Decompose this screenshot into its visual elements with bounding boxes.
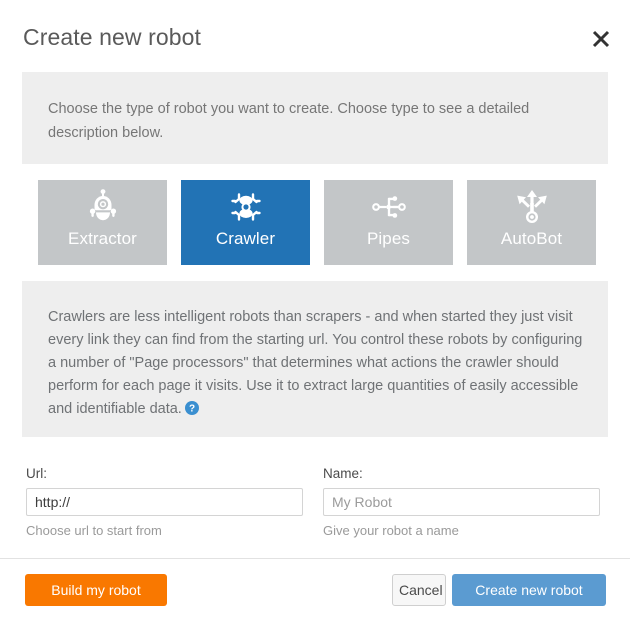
robot-type-label: Extractor — [68, 229, 137, 248]
modal-footer: Build my robot Cancel Create new robot — [0, 559, 630, 633]
description-panel: Crawlers are less intelligent robots tha… — [22, 281, 608, 437]
robot-type-card-crawler[interactable]: Crawler — [181, 180, 310, 265]
name-label: Name: — [323, 466, 363, 481]
robot-type-card-autobot[interactable]: AutoBot — [467, 180, 596, 265]
description-body: Crawlers are less intelligent robots tha… — [48, 309, 583, 417]
trident-arrows-icon — [512, 187, 552, 227]
robot-type-label: AutoBot — [500, 229, 563, 248]
robot-type-card-pipes[interactable]: Pipes — [324, 180, 453, 265]
modal-header: Create new robot — [0, 0, 630, 72]
robot-type-card-extractor[interactable]: Extractor — [38, 180, 167, 265]
sitemap-icon — [369, 187, 409, 227]
intro-panel: Choose the type of robot you want to cre… — [22, 72, 608, 164]
robot-type-label: Crawler — [215, 229, 276, 248]
robot-type-selector: Extractor Crawler Pipes AutoBot — [38, 180, 608, 265]
name-input[interactable] — [323, 488, 600, 516]
page-title: Create new robot — [23, 24, 202, 50]
url-label: Url: — [26, 466, 47, 481]
cancel-button[interactable]: Cancel — [392, 574, 446, 606]
url-input[interactable] — [26, 488, 303, 516]
close-button[interactable] — [588, 26, 614, 52]
spider-icon — [226, 187, 266, 227]
robot-form: Url: Choose url to start from Name: Give… — [26, 466, 604, 539]
help-circle-icon[interactable]: ? — [184, 401, 199, 415]
robot-icon — [83, 187, 123, 227]
url-field-group: Url: Choose url to start from — [26, 466, 303, 539]
description-text: Crawlers are less intelligent robots tha… — [48, 306, 586, 421]
name-field-group: Name: Give your robot a name — [323, 466, 600, 539]
intro-text: Choose the type of robot you want to cre… — [48, 101, 530, 141]
create-new-robot-button[interactable]: Create new robot — [452, 574, 606, 606]
url-help-text: Choose url to start from — [26, 523, 162, 538]
name-help-text: Give your robot a name — [323, 523, 459, 538]
build-my-robot-button[interactable]: Build my robot — [25, 574, 167, 606]
robot-type-label: Pipes — [366, 229, 411, 248]
svg-text:?: ? — [189, 404, 195, 415]
close-icon — [588, 26, 614, 52]
